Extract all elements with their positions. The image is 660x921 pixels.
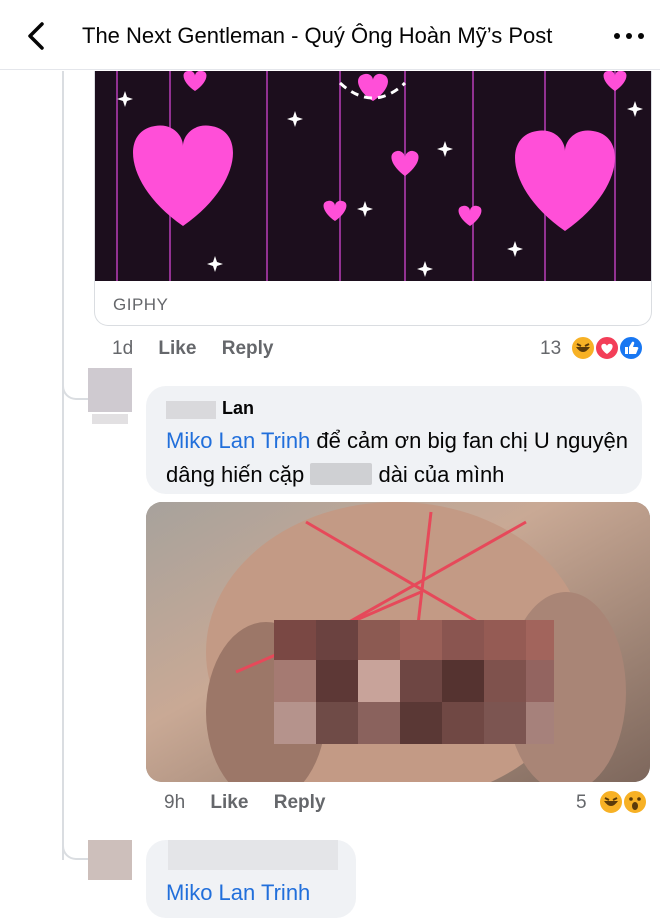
reaction-count[interactable]: 13 <box>540 338 561 360</box>
like-reaction-icon <box>618 335 644 361</box>
page-title: The Next Gentleman - Quý Ông Hoàn Mỹ’s P… <box>82 23 553 48</box>
mention-link[interactable]: Miko Lan Trinh <box>166 428 310 453</box>
comment-author-row: Lan <box>166 398 254 419</box>
thread-line <box>62 71 64 401</box>
reaction-icons[interactable] <box>598 789 650 815</box>
avatar[interactable] <box>88 840 132 896</box>
comment-time: 1d <box>112 338 134 359</box>
gif-attachment[interactable]: GIPHY <box>94 71 652 326</box>
comment-bubble[interactable]: Miko Lan Trinh <box>146 840 356 918</box>
comment-bubble[interactable]: Lan Miko Lan Trinh để cảm ơn big fan chị… <box>146 386 642 494</box>
reply-button[interactable]: Reply <box>222 338 274 359</box>
photo-attachment[interactable] <box>146 502 650 782</box>
blurred-word <box>310 463 373 485</box>
giphy-source-label: GIPHY <box>113 295 169 314</box>
wow-reaction-icon <box>622 789 648 815</box>
blurred-name <box>166 400 216 419</box>
like-button[interactable]: Like <box>210 792 248 813</box>
thread-line <box>62 400 64 860</box>
reaction-icons[interactable] <box>570 335 650 361</box>
reply-button[interactable]: Reply <box>274 792 326 813</box>
censored-photo-image <box>146 502 650 782</box>
thread-connector <box>62 820 88 860</box>
mention-link[interactable]: Miko Lan Trinh <box>166 876 310 910</box>
love-reaction-icon <box>594 335 620 361</box>
more-dots-icon[interactable] <box>612 26 646 46</box>
comment-actions: 9h Like Reply <box>164 792 345 814</box>
comment-time: 9h <box>164 792 186 813</box>
comment-author[interactable]: Lan <box>222 398 254 418</box>
hearts-gif-image <box>95 71 651 281</box>
haha-reaction-icon <box>598 789 624 815</box>
avatar[interactable] <box>88 368 132 424</box>
pixelated-blur <box>274 620 554 744</box>
comment-text: Miko Lan Trinh để cảm ơn big fan chị U n… <box>166 424 636 492</box>
comment-text-part: dài của mình <box>372 462 505 487</box>
gif-comment-actions: 1d Like Reply <box>112 338 293 360</box>
post-header: The Next Gentleman - Quý Ông Hoàn Mỹ’s P… <box>0 0 660 70</box>
thread-connector <box>62 360 88 400</box>
haha-reaction-icon <box>570 335 596 361</box>
chevron-left-icon[interactable] <box>22 20 52 52</box>
reaction-count[interactable]: 5 <box>576 792 587 814</box>
like-button[interactable]: Like <box>158 338 196 359</box>
blurred-name <box>168 840 338 870</box>
